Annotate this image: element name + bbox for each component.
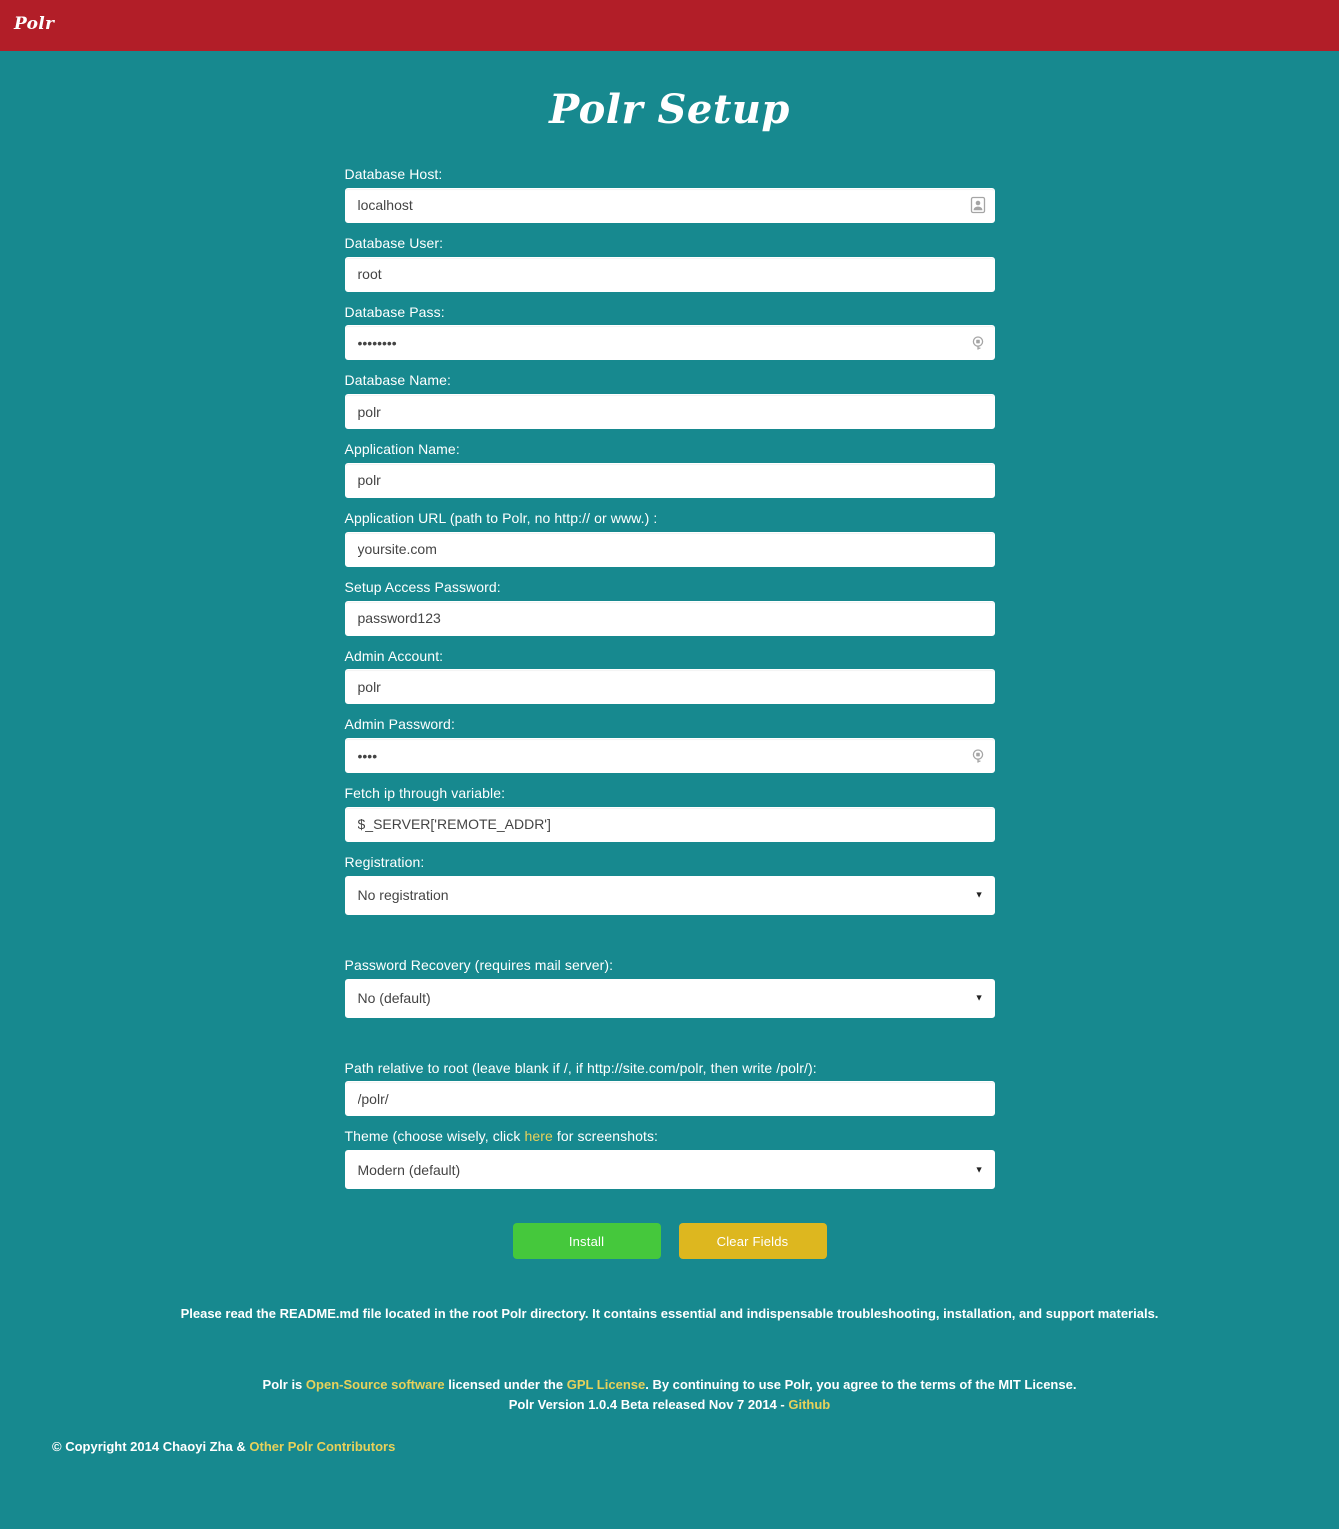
- application-name-input[interactable]: [344, 462, 995, 498]
- input-shell-fetch-ip-variable: [344, 806, 995, 842]
- field-path-relative: Path relative to root (leave blank if /,…: [344, 1059, 995, 1117]
- readme-note: Please read the README.md file located i…: [180, 1306, 1159, 1322]
- other-contributors-link[interactable]: Other Polr Contributors: [249, 1439, 395, 1454]
- application-url-input[interactable]: [344, 531, 995, 567]
- field-theme: Theme (choose wisely, click here for scr…: [344, 1128, 995, 1190]
- theme-select[interactable]: Modern (default): [344, 1150, 995, 1190]
- install-button[interactable]: Install: [512, 1223, 661, 1260]
- page-title: Polr Setup: [549, 86, 790, 133]
- input-shell-path-relative: [344, 1081, 995, 1117]
- label-application-url: Application URL (path to Polr, no http:/…: [344, 509, 658, 526]
- label-password-recovery: Password Recovery (requires mail server)…: [344, 956, 614, 973]
- database-name-input[interactable]: [344, 394, 995, 430]
- setup-access-password-input[interactable]: [344, 600, 995, 636]
- footer-line-2: Polr Version 1.0.4 Beta released Nov 7 2…: [0, 1395, 1339, 1415]
- input-shell-database-name: [344, 394, 995, 430]
- open-source-link[interactable]: Open-Source software: [306, 1377, 445, 1392]
- select-shell-theme: Modern (default) ▼: [344, 1150, 995, 1190]
- setup-form: Database Host: Database User: Database P…: [344, 166, 995, 1260]
- footer-text-1: Polr is: [262, 1377, 306, 1393]
- password-key-icon[interactable]: [970, 747, 986, 765]
- password-key-icon[interactable]: [970, 334, 986, 352]
- fetch-ip-variable-input[interactable]: [344, 806, 995, 842]
- password-recovery-select[interactable]: No (default): [344, 978, 995, 1018]
- field-password-recovery: Password Recovery (requires mail server)…: [344, 956, 995, 1018]
- form-actions: Install Clear Fields: [345, 1223, 995, 1260]
- field-database-name: Database Name:: [344, 372, 995, 430]
- copyright-text: © Copyright 2014 Chaoyi Zha &: [52, 1438, 250, 1454]
- label-database-pass: Database Pass:: [344, 303, 445, 320]
- input-shell-database-host: [344, 187, 995, 223]
- top-navbar: Polr: [0, 0, 1339, 51]
- label-registration: Registration:: [344, 853, 425, 870]
- autofill-contact-icon[interactable]: [970, 196, 986, 214]
- database-host-input[interactable]: [344, 187, 995, 223]
- input-shell-admin-password: [344, 738, 995, 774]
- field-setup-access-password: Setup Access Password:: [344, 578, 995, 636]
- field-database-host: Database Host:: [344, 166, 995, 223]
- input-shell-setup-access-password: [344, 600, 995, 636]
- path-relative-input[interactable]: [344, 1081, 995, 1117]
- field-admin-account: Admin Account:: [344, 647, 995, 705]
- input-shell-application-url: [344, 531, 995, 567]
- database-pass-input[interactable]: [344, 325, 995, 361]
- input-shell-database-pass: [344, 325, 995, 361]
- database-user-input[interactable]: [344, 256, 995, 292]
- label-theme: Theme (choose wisely, click here for scr…: [345, 1128, 995, 1145]
- field-database-user: Database User:: [344, 234, 995, 292]
- footer-license: Polr is Open-Source software licensed un…: [0, 1375, 1339, 1415]
- label-theme-before: Theme (choose wisely, click: [344, 1128, 525, 1145]
- footer-text-2: licensed under the: [444, 1377, 567, 1393]
- field-registration: Registration: No registration ▼: [344, 853, 995, 915]
- gpl-license-link[interactable]: GPL License: [567, 1377, 646, 1392]
- registration-select[interactable]: No registration: [344, 875, 995, 915]
- label-database-user: Database User:: [344, 234, 444, 251]
- select-shell-registration: No registration ▼: [344, 875, 995, 915]
- copyright-line: © Copyright 2014 Chaoyi Zha & Other Polr…: [0, 1439, 1339, 1466]
- label-theme-after: for screenshots:: [552, 1128, 659, 1145]
- admin-password-input[interactable]: [344, 738, 995, 774]
- input-shell-admin-account: [344, 669, 995, 705]
- label-admin-password: Admin Password:: [344, 716, 455, 733]
- label-database-host: Database Host:: [344, 166, 443, 182]
- footer-version-text: Polr Version 1.0.4 Beta released Nov 7 2…: [508, 1397, 789, 1413]
- field-application-url: Application URL (path to Polr, no http:/…: [344, 509, 995, 567]
- theme-screenshots-link[interactable]: here: [524, 1128, 552, 1144]
- label-fetch-ip-variable: Fetch ip through variable:: [344, 785, 506, 802]
- brand-logo[interactable]: Polr: [14, 16, 54, 33]
- admin-account-input[interactable]: [344, 669, 995, 705]
- label-database-name: Database Name:: [344, 372, 451, 389]
- input-shell-database-user: [344, 256, 995, 292]
- footer-text-3: . By continuing to use Polr, you agree t…: [645, 1377, 1077, 1393]
- label-setup-access-password: Setup Access Password:: [344, 578, 501, 595]
- label-path-relative: Path relative to root (leave blank if /,…: [344, 1059, 817, 1076]
- select-shell-password-recovery: No (default) ▼: [344, 978, 995, 1018]
- field-admin-password: Admin Password:: [344, 716, 995, 774]
- input-shell-application-name: [344, 462, 995, 498]
- clear-fields-button[interactable]: Clear Fields: [678, 1223, 827, 1260]
- footer-line-1: Polr is Open-Source software licensed un…: [0, 1375, 1339, 1395]
- github-link[interactable]: Github: [788, 1397, 830, 1412]
- field-fetch-ip-variable: Fetch ip through variable:: [344, 785, 995, 842]
- label-application-name: Application Name:: [344, 441, 460, 458]
- label-admin-account: Admin Account:: [344, 647, 444, 664]
- field-database-pass: Database Pass:: [344, 303, 995, 361]
- field-application-name: Application Name:: [344, 441, 995, 498]
